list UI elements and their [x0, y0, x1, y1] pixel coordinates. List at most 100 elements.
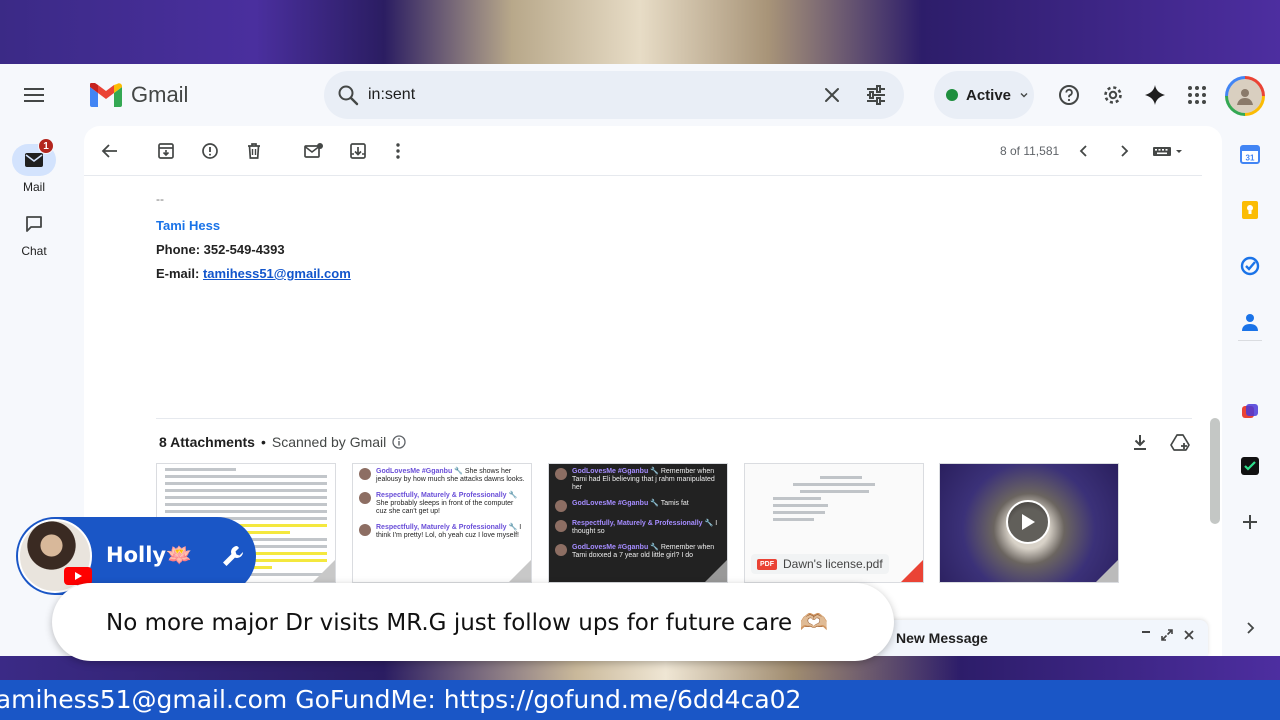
status-label: Active	[966, 86, 1012, 104]
rail-label-chat: Chat	[21, 244, 47, 258]
status-chip[interactable]: Active	[934, 71, 1034, 119]
page-fold-icon	[313, 560, 335, 582]
get-addons-plus-icon[interactable]	[1236, 508, 1264, 536]
chat-preview-row: Respectfully, Maturely & Professionally …	[549, 516, 727, 540]
more-options-icon[interactable]	[386, 139, 410, 163]
addon-app-icon[interactable]	[1236, 398, 1264, 426]
avatar-photo	[1228, 79, 1262, 113]
input-tools-keyboard-icon[interactable]	[1150, 139, 1186, 163]
page-fold-icon	[705, 560, 727, 582]
search-options-icon[interactable]	[864, 83, 888, 107]
play-icon[interactable]	[1006, 500, 1050, 544]
gemini-sparkle-icon[interactable]	[1139, 79, 1171, 111]
move-to-icon[interactable]	[346, 139, 370, 163]
caption-text: No more major Dr visits MR.G just follow…	[106, 609, 829, 636]
newer-chevron-left-icon[interactable]	[1072, 139, 1096, 163]
message-panel: 8 of 11,581 -- Tami Hess Phone: 352-549-…	[84, 126, 1222, 656]
page-fold-icon	[1096, 560, 1118, 582]
message-toolbar: 8 of 11,581	[84, 126, 1202, 176]
tasks-icon[interactable]	[1236, 252, 1264, 280]
active-status-dot	[946, 89, 958, 101]
addon-check-app-icon[interactable]	[1236, 452, 1264, 480]
compose-window-minimized[interactable]: New Message	[878, 620, 1208, 656]
close-icon[interactable]	[1182, 628, 1196, 642]
mark-unread-icon[interactable]	[302, 139, 326, 163]
signature-separator: --	[156, 192, 164, 206]
ticker-text: tamihess51@gmail.com GoFundMe: https://g…	[0, 685, 802, 714]
older-chevron-right-icon[interactable]	[1112, 139, 1136, 163]
stream-backdrop-top	[0, 0, 1280, 64]
pdf-icon: PDF	[757, 558, 777, 570]
attachment-thumbnail-pdf[interactable]: PDF Dawn's license.pdf	[744, 463, 924, 583]
chat-nav-pill	[12, 208, 56, 240]
rail-item-chat[interactable]: Chat	[0, 208, 68, 258]
svg-text:31: 31	[1246, 154, 1255, 163]
page-fold-icon	[901, 560, 923, 582]
wrench-icon	[223, 546, 243, 566]
chat-icon	[26, 216, 42, 232]
signature-email-line: E-mail: tamihess51@gmail.com	[156, 266, 351, 281]
gmail-logo[interactable]: Gmail	[90, 82, 188, 108]
keep-icon[interactable]	[1236, 196, 1264, 224]
side-panel-divider	[1238, 340, 1262, 341]
chat-preview-row: GodLovesMe #Gganbu 🔧 Tamis fat	[549, 496, 727, 516]
attachments-header: 8 Attachments • Scanned by Gmail	[159, 434, 406, 450]
signature-name: Tami Hess	[156, 218, 221, 233]
pagination-count: 8 of 11,581	[1000, 144, 1060, 158]
chat-preview-row: GodLovesMe #Gganbu 🔧 Remember when Tami …	[549, 540, 727, 564]
scanned-by-gmail: Scanned by Gmail	[271, 434, 387, 450]
signature-phone: Phone: 352-549-4393	[156, 242, 285, 257]
apps-grid-icon[interactable]	[1181, 79, 1213, 111]
pdf-preview	[745, 464, 923, 533]
archive-icon[interactable]	[154, 139, 178, 163]
chat-preview-row: Respectfully, Maturely & Professionally …	[353, 488, 531, 520]
attachments-divider	[156, 418, 1192, 419]
expand-icon[interactable]	[1160, 628, 1174, 642]
search-input[interactable]: in:sent	[368, 86, 415, 104]
download-all-icon[interactable]	[1130, 432, 1150, 457]
pdf-file-label: PDF Dawn's license.pdf	[751, 554, 889, 574]
info-icon[interactable]	[392, 435, 406, 449]
stream-ticker: tamihess51@gmail.com GoFundMe: https://g…	[0, 680, 1280, 720]
contacts-icon[interactable]	[1236, 308, 1264, 336]
message-scrollbar[interactable]	[1210, 418, 1220, 524]
rail-item-mail[interactable]: 1 Mail	[0, 138, 68, 194]
calendar-icon[interactable]: 31	[1236, 140, 1264, 168]
signature-email-label: E-mail:	[156, 266, 200, 281]
minimize-icon[interactable]	[1140, 628, 1152, 642]
mail-icon	[25, 153, 43, 167]
gmail-m-icon	[90, 83, 122, 107]
hamburger-icon	[24, 88, 44, 102]
chat-preview-row: GodLovesMe #Gganbu 🔧 She shows her jealo…	[353, 464, 531, 488]
gmail-wordmark: Gmail	[131, 82, 189, 107]
streamer-name: Holly🪷	[106, 543, 193, 567]
chevron-down-icon	[1020, 93, 1028, 98]
compose-controls	[1140, 628, 1196, 642]
search-icon[interactable]	[336, 83, 360, 107]
back-arrow-icon[interactable]	[98, 139, 122, 163]
search-bar[interactable]: in:sent	[324, 71, 904, 119]
rail-label-mail: Mail	[22, 180, 45, 194]
main-menu-button[interactable]	[14, 75, 54, 115]
add-to-drive-icon[interactable]	[1170, 432, 1190, 457]
chat-preview-row: Respectfully, Maturely & Professionally …	[353, 520, 531, 544]
pdf-filename: Dawn's license.pdf	[783, 557, 883, 571]
account-avatar[interactable]	[1225, 76, 1265, 116]
attachment-thumbnail-video[interactable]	[939, 463, 1119, 583]
stream-caption-banner: No more major Dr visits MR.G just follow…	[52, 583, 894, 661]
chat-preview-row: GodLovesMe #Gganbu 🔧 Remember when Tami …	[549, 464, 727, 496]
delete-icon[interactable]	[242, 139, 266, 163]
side-panel-chevron-right-icon[interactable]	[1236, 614, 1264, 642]
gmail-topbar: Gmail in:sent Active	[0, 64, 1280, 126]
mail-nav-pill: 1	[12, 138, 56, 176]
compose-title: New Message	[896, 630, 988, 646]
unread-badge: 1	[38, 138, 54, 154]
attachment-thumbnail-chat-screenshot[interactable]: GodLovesMe #Gganbu 🔧 She shows her jealo…	[352, 463, 532, 583]
clear-search-icon[interactable]	[820, 83, 844, 107]
report-spam-icon[interactable]	[198, 139, 222, 163]
signature-email-link[interactable]: tamihess51@gmail.com	[203, 266, 351, 281]
gear-icon[interactable]	[1097, 79, 1129, 111]
help-icon[interactable]	[1053, 79, 1085, 111]
attachments-count: 8 Attachments	[159, 434, 255, 450]
attachment-thumbnail-chat-screenshot-dark[interactable]: GodLovesMe #Gganbu 🔧 Remember when Tami …	[548, 463, 728, 583]
